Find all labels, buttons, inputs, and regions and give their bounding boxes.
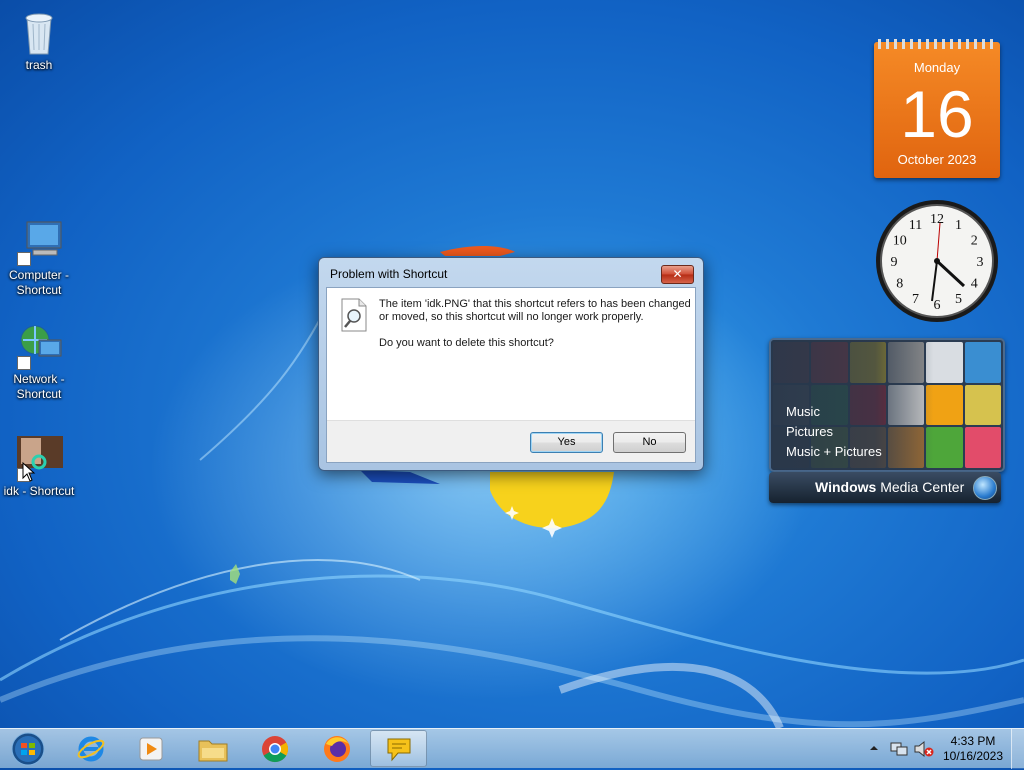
taskbar-file-explorer[interactable] (184, 730, 241, 767)
close-button[interactable]: ✕ (661, 265, 694, 284)
clock-numeral: 8 (896, 277, 903, 292)
clock-numeral: 6 (934, 298, 941, 313)
media-center-menu: Music Pictures Music + Pictures (786, 402, 882, 462)
recycle-bin-icon (15, 8, 63, 56)
clock-numeral: 1 (955, 218, 962, 233)
taskbar-date: 10/16/2023 (942, 749, 1004, 763)
clock-numeral: 12 (930, 212, 944, 227)
file-explorer-icon (198, 740, 227, 761)
taskbar: 4:33 PM 10/16/2023 (0, 728, 1024, 769)
dialog-body: The item 'idk.PNG' that this shortcut re… (326, 287, 696, 463)
windows-orb-icon (973, 476, 997, 500)
taskbar-chat-app[interactable] (370, 730, 427, 767)
desktop-icon-label: idk - Shortcut (3, 484, 75, 498)
desktop-icon-computer-shortcut[interactable]: Computer - Shortcut (0, 218, 78, 298)
desktop-icon-idk-shortcut[interactable]: idk - Shortcut (0, 434, 78, 499)
start-button[interactable] (4, 730, 50, 767)
file-search-icon (341, 298, 367, 332)
media-menu-music[interactable]: Music (786, 402, 882, 422)
media-center-brand: Windows Media Center (815, 479, 965, 495)
desktop-icon-label: trash (25, 58, 53, 72)
volume-muted-icon[interactable] (913, 739, 935, 759)
calendar-weekday: Monday (913, 60, 961, 75)
clock-numeral: 11 (909, 218, 922, 233)
clock-numeral: 2 (971, 234, 978, 249)
desktop-icon-trash[interactable]: trash (0, 8, 78, 73)
taskbar-firefox[interactable] (308, 730, 365, 767)
desktop-icon-label: Network - Shortcut (13, 372, 65, 401)
firefox-icon (323, 735, 350, 762)
problem-with-shortcut-dialog: Problem with Shortcut ✕ The item 'idk.PN… (318, 257, 704, 471)
dialog-message: The item 'idk.PNG' that this shortcut re… (379, 298, 691, 323)
media-center-gadget[interactable]: Music Pictures Music + Pictures (769, 338, 1005, 472)
dialog-footer: Yes No (327, 420, 695, 462)
media-center-launch-bar[interactable]: Windows Media Center (769, 472, 1001, 503)
media-player-icon (139, 737, 162, 760)
clock-gadget[interactable]: 12 12 3 45678 9 1011 (874, 198, 1000, 324)
calendar-day: 16 (900, 77, 974, 151)
media-menu-pictures[interactable]: Pictures (786, 422, 882, 442)
network-tray-icon[interactable] (889, 739, 909, 759)
dialog-question: Do you want to delete this shortcut? (379, 337, 554, 349)
chrome-icon (261, 735, 288, 762)
dialog-title: Problem with Shortcut (330, 267, 448, 281)
clock-numeral: 10 (893, 234, 907, 249)
internet-explorer-icon (77, 736, 104, 761)
clock-numeral: 9 (891, 255, 898, 270)
network-icon (15, 322, 63, 370)
show-hidden-icons-chevron-icon[interactable] (868, 741, 880, 755)
clock-numeral: 3 (977, 255, 984, 270)
clock-numeral: 4 (971, 277, 978, 292)
taskbar-internet-explorer[interactable] (62, 730, 119, 767)
calendar-gadget[interactable]: Monday 16 October 2023 (874, 39, 1000, 178)
shortcut-arrow-icon (17, 252, 31, 266)
desktop-icon-label: Computer - Shortcut (8, 268, 70, 297)
taskbar-media-player[interactable] (122, 730, 179, 767)
taskbar-chrome[interactable] (246, 730, 303, 767)
calendar-rings (878, 39, 996, 49)
clock-numeral: 5 (955, 292, 962, 307)
shortcut-arrow-icon (17, 356, 31, 370)
mouse-cursor-icon (22, 462, 36, 482)
clock-numeral: 7 (912, 292, 919, 307)
taskbar-clock[interactable]: 4:33 PM 10/16/2023 (942, 734, 1004, 764)
windows-start-orb-icon (11, 732, 45, 766)
media-menu-music-pictures[interactable]: Music + Pictures (786, 442, 882, 462)
yes-button[interactable]: Yes (530, 432, 603, 453)
chat-bubble-icon (387, 738, 410, 761)
taskbar-time: 4:33 PM (950, 734, 996, 748)
desktop-icon-network-shortcut[interactable]: Network - Shortcut (0, 322, 78, 402)
show-desktop-button[interactable] (1011, 729, 1024, 769)
computer-icon (15, 218, 63, 266)
no-button[interactable]: No (613, 432, 686, 453)
calendar-month-year: October 2023 (897, 152, 977, 167)
